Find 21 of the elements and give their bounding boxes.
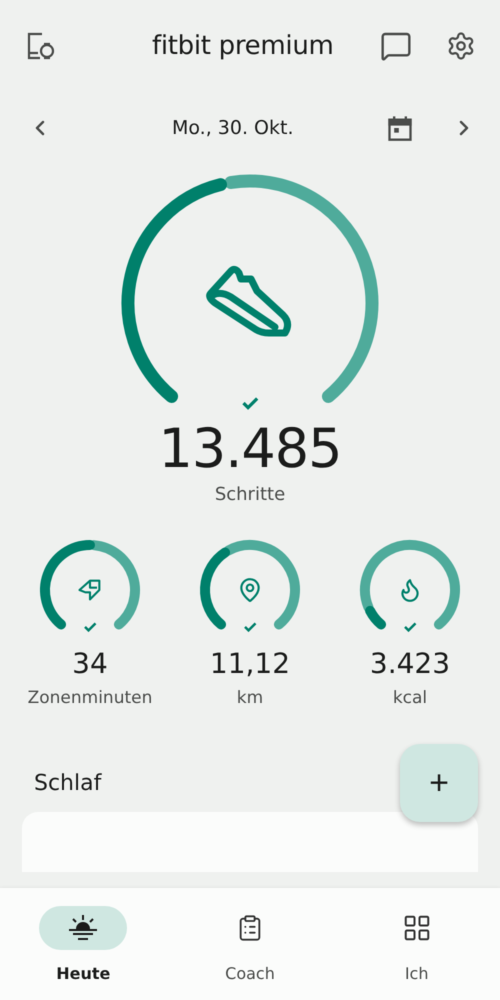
section-title: Schlaf <box>34 770 102 796</box>
nav-tab[interactable]: Coach <box>166 888 334 1000</box>
stat-value: 11,12 <box>210 647 290 680</box>
stat-label: kcal <box>392 688 428 708</box>
grid-icon <box>402 913 432 943</box>
nav-tab[interactable]: Heute <box>0 888 167 1000</box>
stat-value: 34 <box>72 647 108 680</box>
stat-label: km <box>236 688 264 708</box>
stat-value: 3.423 <box>370 647 450 680</box>
settings-icon <box>446 31 476 61</box>
steps-value: 13.485 <box>158 416 342 480</box>
app-title: fitbit premium <box>152 31 335 61</box>
nav-tab[interactable]: Ich <box>333 888 500 1000</box>
stat-label: Zonenminuten <box>28 688 152 708</box>
steps-label: Schritte <box>214 484 286 504</box>
progress-arc <box>365 605 386 629</box>
calendar-icon <box>386 114 414 142</box>
chat-icon <box>380 30 412 62</box>
date-label: Mo., 30. Okt. <box>171 117 295 139</box>
sunrise-icon <box>67 914 100 942</box>
add-button[interactable]: + <box>400 744 478 822</box>
